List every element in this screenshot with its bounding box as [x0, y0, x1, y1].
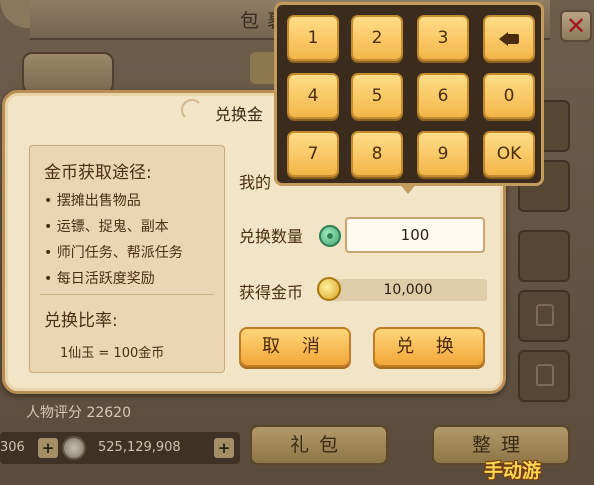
jade-icon: [319, 225, 341, 247]
inventory-slot-locked[interactable]: [518, 350, 570, 402]
lock-icon: [536, 364, 554, 386]
character-rating: 人物评分 22620: [26, 405, 131, 421]
exchange-button[interactable]: 兑 换: [373, 327, 485, 367]
inventory-slot[interactable]: [518, 230, 570, 282]
currency-left-value: 306: [0, 440, 25, 455]
exchange-rate-value: 1仙玉 = 100金币: [60, 346, 165, 361]
close-icon: ✕: [565, 12, 587, 40]
gold-sources-heading: 金币获取途径:: [44, 163, 152, 183]
key-8[interactable]: 8: [351, 131, 403, 177]
exchange-rate-heading: 兑换比率:: [44, 311, 118, 331]
key-1[interactable]: 1: [287, 15, 339, 61]
add-silver-button[interactable]: +: [214, 438, 234, 458]
gift-button[interactable]: 礼包: [250, 425, 388, 465]
amount-input[interactable]: 100: [345, 217, 485, 253]
key-2[interactable]: 2: [351, 15, 403, 61]
key-3[interactable]: 3: [417, 15, 469, 61]
add-currency-button[interactable]: +: [38, 438, 58, 458]
backspace-key[interactable]: [483, 15, 535, 61]
ornament-icon: [181, 99, 203, 121]
gold-received-label: 获得金币: [239, 283, 304, 302]
inventory-slot-locked[interactable]: [518, 290, 570, 342]
key-5[interactable]: 5: [351, 73, 403, 119]
currency-right-value: 525,129,908: [98, 440, 181, 455]
dialog-title: 兑换金: [215, 105, 264, 124]
divider: [40, 294, 214, 295]
watermark: 手动游: [484, 460, 542, 482]
close-button[interactable]: ✕: [560, 10, 592, 42]
number-keypad: 1 2 3 4 5 6 0 7 8 9 OK: [274, 2, 544, 186]
key-0[interactable]: 0: [483, 73, 535, 119]
ok-key[interactable]: OK: [483, 131, 535, 177]
cancel-button[interactable]: 取 消: [239, 327, 351, 367]
key-7[interactable]: 7: [287, 131, 339, 177]
key-4[interactable]: 4: [287, 73, 339, 119]
gold-sources-box: 金币获取途径: • 摆摊出售物品 • 运镖、捉鬼、副本 • 师门任务、帮派任务 …: [29, 145, 225, 373]
gold-source-item: • 运镖、捉鬼、副本: [44, 219, 169, 235]
amount-label: 兑换数量: [239, 227, 304, 246]
my-balance-label: 我的: [239, 173, 272, 192]
character-tab[interactable]: [22, 52, 114, 94]
gold-source-item: • 每日活跃度奖励: [44, 271, 155, 287]
lock-icon: [536, 304, 554, 326]
silver-coin-icon: [62, 436, 86, 460]
key-9[interactable]: 9: [417, 131, 469, 177]
gold-received-value: 10,000: [329, 279, 487, 301]
gold-source-item: • 摆摊出售物品: [44, 193, 141, 209]
key-6[interactable]: 6: [417, 73, 469, 119]
gold-source-item: • 师门任务、帮派任务: [44, 245, 183, 261]
gold-coin-icon: [317, 277, 341, 301]
